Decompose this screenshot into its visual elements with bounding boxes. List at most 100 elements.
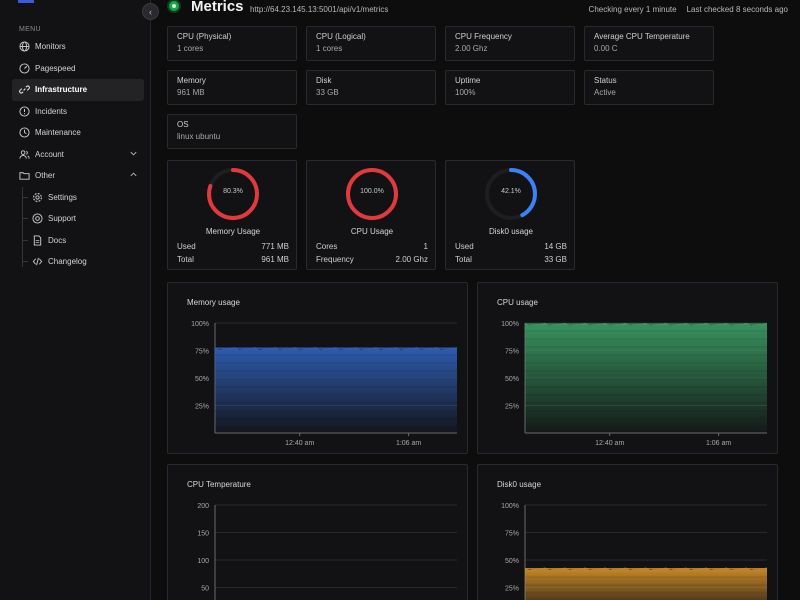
y-tick-label: 25% bbox=[505, 404, 519, 411]
gauge-row: Used 771 MB bbox=[177, 242, 289, 251]
x-tick-label: 1:06 am bbox=[706, 440, 731, 447]
gauge-name: CPU Usage bbox=[350, 227, 394, 236]
chart-card-cpu-temperature: CPU Temperature 200 150 100 50 bbox=[167, 464, 468, 600]
globe-icon bbox=[19, 41, 30, 52]
y-tick-label: 75% bbox=[195, 349, 209, 356]
sidebar-subnav-other: Settings Support Docs Changelog bbox=[22, 186, 144, 273]
stat-card-avg-cpu-temp: Average CPU Temperature 0.00 C bbox=[584, 26, 714, 61]
gauge-value: 80.3% bbox=[223, 188, 243, 195]
monitor-url: http://64.23.145.13:5001/api/v1/metrics bbox=[250, 5, 389, 14]
stat-card-os: OS linux ubuntu bbox=[167, 114, 297, 149]
code-icon bbox=[32, 256, 43, 267]
stat-label: OS bbox=[177, 120, 189, 129]
gauge-icon bbox=[19, 63, 30, 74]
sidebar-item-label: Maintenance bbox=[35, 128, 81, 138]
gauge-card-memory: 80.3% Memory Usage Used 771 MB Total 961 M… bbox=[167, 160, 297, 270]
y-tick-label: 50% bbox=[505, 376, 519, 383]
y-tick-label: 100% bbox=[191, 321, 209, 328]
alert-circle-icon bbox=[19, 106, 30, 117]
stat-value: 2.00 Ghz bbox=[455, 44, 488, 53]
y-tick-label: 25% bbox=[505, 586, 519, 593]
sidebar-item-label: Settings bbox=[48, 192, 77, 202]
gauge-row: Cores 1 bbox=[316, 242, 428, 251]
y-tick-label: 100 bbox=[197, 558, 209, 565]
sidebar-item-settings[interactable]: Settings bbox=[22, 187, 144, 209]
y-tick-label: 100% bbox=[501, 321, 519, 328]
gauge-row: Frequency 2.00 Ghz bbox=[316, 255, 428, 264]
sidebar-item-label: Monitors bbox=[35, 42, 66, 52]
sidebar-item-infrastructure[interactable]: Infrastructure bbox=[12, 79, 144, 101]
stat-card-cpu-frequency: CPU Frequency 2.00 Ghz bbox=[445, 26, 575, 61]
sidebar-item-label: Changelog bbox=[48, 257, 87, 267]
area-series bbox=[525, 567, 767, 600]
y-tick-label: 50% bbox=[505, 558, 519, 565]
x-tick-label: 1:06 am bbox=[396, 440, 421, 447]
gauge-row: Total 33 GB bbox=[455, 255, 567, 264]
y-tick-label: 75% bbox=[505, 531, 519, 538]
sidebar-item-docs[interactable]: Docs bbox=[22, 230, 144, 252]
sidebar-item-label: Pagespeed bbox=[35, 63, 76, 73]
sidebar-item-maintenance[interactable]: Maintenance bbox=[12, 122, 144, 144]
row-label: Used bbox=[177, 242, 196, 251]
gauge-name: Memory Usage bbox=[205, 227, 261, 236]
stat-card-status: Status Active bbox=[584, 70, 714, 105]
y-tick-label: 200 bbox=[197, 503, 209, 510]
area-series bbox=[215, 347, 457, 433]
stat-card-disk: Disk 33 GB bbox=[306, 70, 436, 105]
stat-value: 1 cores bbox=[316, 44, 343, 53]
sidebar-item-other[interactable]: Other bbox=[12, 165, 144, 187]
row-value: 2.00 Ghz bbox=[395, 255, 428, 264]
sidebar-item-label: Other bbox=[35, 171, 56, 181]
app-root: MENU Monitors Pagespeed Infrastructure I… bbox=[0, 0, 800, 600]
row-label: Used bbox=[455, 242, 474, 251]
header-status: Checking every 1 minute Last checked 8 s… bbox=[589, 5, 788, 14]
gauge-card-disk: 42.1% Disk0 usage Used 14 GB Total 33 GB bbox=[445, 160, 575, 270]
sidebar-item-label: Docs bbox=[48, 235, 67, 245]
sidebar-item-incidents[interactable]: Incidents bbox=[12, 101, 144, 123]
collapse-sidebar-button[interactable]: ‹ bbox=[142, 3, 159, 20]
chart-card-memory-usage: Memory usage 100% 75% 50% 25% 12:40 am 1:06 a… bbox=[167, 282, 468, 454]
sidebar: MENU Monitors Pagespeed Infrastructure I… bbox=[0, 0, 151, 600]
chevron-down-icon bbox=[129, 149, 138, 160]
chart-memory-usage: 100% 75% 50% 25% 12:40 am 1:06 am bbox=[191, 321, 457, 447]
chart-card-cpu-usage: CPU usage 100% 75% 50% 25% 12:40 am 1:06 am bbox=[477, 282, 778, 454]
chart-disk-usage: 100% 75% 50% 25% bbox=[501, 503, 767, 600]
y-tick-label: 50 bbox=[201, 586, 209, 593]
chevron-up-icon bbox=[129, 170, 138, 181]
sidebar-item-support[interactable]: Support bbox=[22, 208, 144, 230]
row-label: Cores bbox=[316, 242, 338, 251]
status-indicator bbox=[169, 1, 179, 11]
stat-card-cpu-logical: CPU (Logical) 1 cores bbox=[306, 26, 436, 61]
sidebar-item-changelog[interactable]: Changelog bbox=[22, 251, 144, 273]
sidebar-item-label: Account bbox=[35, 149, 64, 159]
row-value: 961 MB bbox=[261, 255, 289, 264]
sidebar-nav: Monitors Pagespeed Infrastructure Incide… bbox=[12, 36, 144, 273]
menu-label: MENU bbox=[19, 26, 41, 33]
stat-value: 961 MB bbox=[177, 88, 205, 97]
y-tick-label: 150 bbox=[197, 531, 209, 538]
stat-card-uptime: Uptime 100% bbox=[445, 70, 575, 105]
sidebar-item-label: Infrastructure bbox=[35, 85, 88, 95]
row-label: Total bbox=[455, 255, 472, 264]
stat-label: CPU (Logical) bbox=[316, 32, 366, 41]
lifebuoy-icon bbox=[32, 213, 43, 224]
sidebar-item-pagespeed[interactable]: Pagespeed bbox=[12, 58, 144, 80]
stat-value: Active bbox=[594, 88, 616, 97]
sidebar-item-monitors[interactable]: Monitors bbox=[12, 36, 144, 58]
logo bbox=[18, 0, 34, 3]
stat-card-cpu-physical: CPU (Physical) 1 cores bbox=[167, 26, 297, 61]
stat-card-memory: Memory 961 MB bbox=[167, 70, 297, 105]
clock-icon bbox=[19, 127, 30, 138]
stat-value: 100% bbox=[455, 88, 476, 97]
sidebar-item-account[interactable]: Account bbox=[12, 144, 144, 166]
last-checked: Last checked 8 seconds ago bbox=[686, 5, 788, 14]
check-interval: Checking every 1 minute bbox=[588, 5, 677, 14]
row-label: Frequency bbox=[316, 255, 354, 264]
user-group-icon bbox=[19, 149, 30, 160]
document-icon bbox=[32, 235, 43, 246]
row-value: 33 GB bbox=[544, 255, 567, 264]
gauge-value: 100.0% bbox=[360, 188, 384, 195]
stat-value: 0.00 C bbox=[594, 44, 618, 53]
row-label: Total bbox=[177, 255, 194, 264]
gear-icon bbox=[32, 192, 43, 203]
